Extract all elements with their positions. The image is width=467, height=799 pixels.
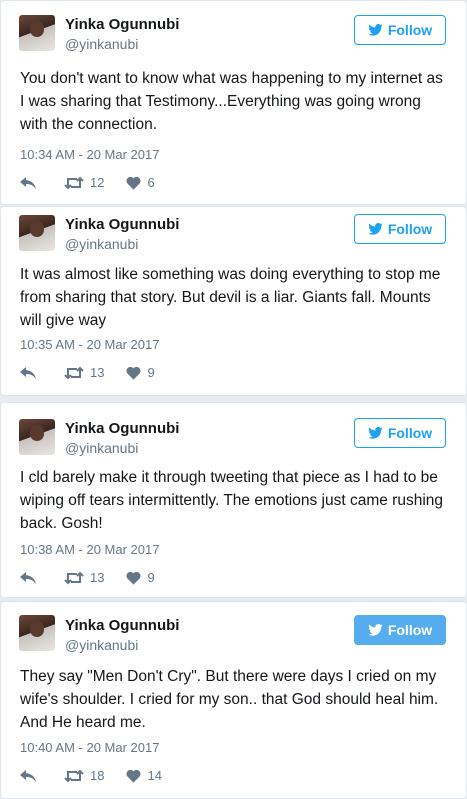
tweet-card: Yinka Ogunnubi @yinkanubi Follow It was … [0, 206, 467, 396]
follow-label: Follow [387, 425, 433, 441]
like-button[interactable]: 14 [126, 768, 162, 783]
follow-button[interactable]: Follow [354, 214, 446, 244]
twitter-bird-icon [368, 24, 383, 36]
tweet-text: It was almost like something was doing e… [20, 266, 441, 329]
retweet-count: 13 [90, 365, 105, 380]
twitter-bird-icon [368, 624, 383, 636]
tweet-actions: 13 9 [20, 570, 177, 585]
follow-label: Follow [387, 22, 433, 38]
avatar[interactable] [19, 419, 55, 455]
like-count: 6 [147, 175, 155, 190]
reply-icon [20, 366, 36, 379]
heart-icon [126, 769, 142, 783]
tweet-actions: 18 14 [20, 768, 184, 783]
tweet-card: Yinka Ogunnubi @yinkanubi Follow I cld b… [0, 402, 467, 598]
heart-icon [126, 366, 142, 380]
reply-icon [20, 769, 36, 782]
retweet-icon [64, 366, 84, 379]
follow-label: Follow [387, 221, 433, 237]
follow-button[interactable]: Follow [354, 15, 446, 45]
retweet-button[interactable]: 13 [64, 365, 104, 380]
tweet-timestamp[interactable]: 10:40 AM - 20 Mar 2017 [20, 740, 159, 755]
heart-icon [126, 176, 142, 190]
like-count: 14 [147, 768, 162, 783]
tweet-card: Yinka Ogunnubi @yinkanubi Follow They sa… [0, 601, 467, 799]
tweet-timestamp[interactable]: 10:38 AM - 20 Mar 2017 [20, 542, 159, 557]
user-handle[interactable]: @yinkanubi [65, 440, 138, 456]
retweet-icon [64, 176, 84, 189]
retweet-count: 18 [90, 768, 105, 783]
retweet-button[interactable]: 18 [64, 768, 104, 783]
tweet-text: They say "Men Don't Cry". But there were… [20, 668, 439, 731]
tweet-card: Yinka Ogunnubi @yinkanubi Follow You don… [0, 0, 467, 205]
reply-button[interactable] [20, 366, 42, 380]
like-button[interactable]: 9 [126, 365, 155, 380]
retweet-icon [64, 571, 84, 584]
like-button[interactable]: 6 [126, 175, 155, 190]
like-button[interactable]: 9 [126, 570, 155, 585]
tweet-actions: 12 6 [20, 175, 177, 190]
reply-icon [20, 571, 36, 584]
reply-icon [20, 176, 36, 189]
like-count: 9 [147, 570, 155, 585]
avatar[interactable] [19, 15, 55, 51]
tweet-timestamp[interactable]: 10:34 AM - 20 Mar 2017 [20, 147, 159, 162]
user-name[interactable]: Yinka Ogunnubi [65, 420, 179, 437]
tweet-text: I cld barely make it through tweeting th… [20, 469, 444, 532]
reply-button[interactable] [20, 571, 42, 585]
avatar[interactable] [19, 615, 55, 651]
user-name[interactable]: Yinka Ogunnubi [65, 16, 179, 33]
reply-button[interactable] [20, 176, 42, 190]
like-count: 9 [147, 365, 155, 380]
reply-button[interactable] [20, 769, 42, 783]
heart-icon [126, 571, 142, 585]
follow-button[interactable]: Follow [354, 615, 446, 645]
retweet-button[interactable]: 13 [64, 570, 104, 585]
tweet-timestamp[interactable]: 10:35 AM - 20 Mar 2017 [20, 337, 159, 352]
user-handle[interactable]: @yinkanubi [65, 236, 138, 252]
retweet-count: 13 [90, 570, 105, 585]
retweet-count: 12 [90, 175, 105, 190]
user-handle[interactable]: @yinkanubi [65, 36, 138, 52]
user-handle[interactable]: @yinkanubi [65, 637, 138, 653]
retweet-button[interactable]: 12 [64, 175, 104, 190]
twitter-bird-icon [368, 427, 383, 439]
tweet-actions: 13 9 [20, 365, 177, 380]
retweet-icon [64, 769, 84, 782]
user-name[interactable]: Yinka Ogunnubi [65, 216, 179, 233]
follow-button[interactable]: Follow [354, 418, 446, 448]
follow-label: Follow [387, 622, 433, 638]
tweet-text: You don't want to know what was happenin… [20, 70, 443, 133]
twitter-bird-icon [368, 223, 383, 235]
user-name[interactable]: Yinka Ogunnubi [65, 617, 179, 634]
avatar[interactable] [19, 215, 55, 251]
